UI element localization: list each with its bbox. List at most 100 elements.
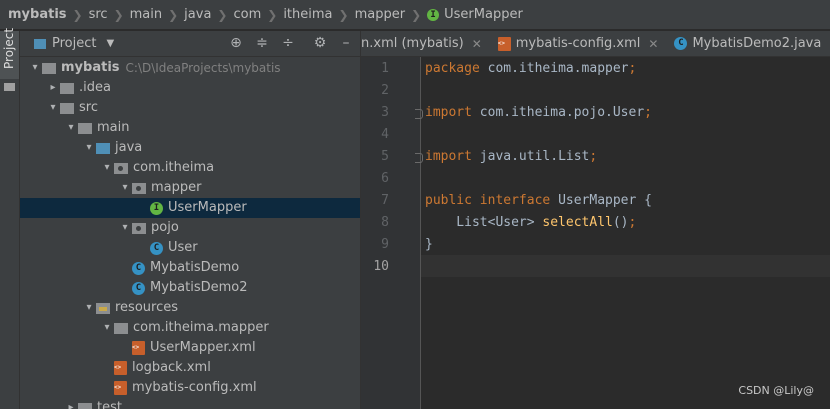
gear-icon[interactable]: ⚙	[312, 35, 328, 51]
editor-tab-label: mybatis-config.xml	[515, 36, 641, 51]
close-icon[interactable]: ✕	[472, 37, 482, 51]
tree-item-label: User	[168, 240, 198, 255]
line-number: 9	[381, 237, 389, 252]
close-icon[interactable]: ✕	[648, 37, 658, 51]
tree-item[interactable]: ▾ pojo	[20, 218, 360, 238]
resources-folder-icon	[96, 302, 110, 314]
expand-all-icon[interactable]: ≑	[254, 35, 270, 51]
code-token: com.itheima.pojo.User	[479, 105, 645, 120]
tree-item[interactable]: ▸ test	[20, 398, 360, 409]
tree-item[interactable]: I UserMapper	[20, 198, 360, 218]
xml-file-icon	[497, 36, 511, 51]
tree-item[interactable]: ▸ .idea	[20, 78, 360, 98]
line-number: 7	[381, 193, 389, 208]
line-number: 3	[381, 105, 389, 120]
minimize-icon[interactable]: –	[338, 35, 354, 51]
code-token: import	[425, 149, 480, 164]
tree-item[interactable]: ▾ mapper	[20, 178, 360, 198]
tree-item-label: com.itheima	[133, 160, 215, 175]
chevron-down-icon[interactable]: ▾	[118, 178, 132, 198]
tree-item[interactable]: logback.xml	[20, 358, 360, 378]
editor-tab[interactable]: mybatis-config.xml ✕	[490, 31, 667, 56]
tree-item[interactable]: C User	[20, 238, 360, 258]
breadcrumb-item[interactable]: main	[130, 7, 162, 22]
tree-item-label: MybatisDemo	[150, 260, 240, 275]
folder-icon	[78, 122, 92, 134]
tree-item-label: MybatisDemo2	[150, 280, 248, 295]
tree-item[interactable]: ▾ mybatis C:\D\IdeaProjects\mybatis	[20, 58, 360, 78]
chevron-down-icon[interactable]: ▾	[28, 58, 42, 78]
code-token: import	[425, 105, 480, 120]
tree-item[interactable]: C MybatisDemo	[20, 258, 360, 278]
line-number: 8	[381, 215, 389, 230]
folder-icon	[60, 82, 74, 94]
breadcrumb-item[interactable]: UserMapper	[444, 7, 523, 22]
class-icon: C	[674, 37, 688, 50]
class-icon: C	[132, 281, 145, 295]
tree-item[interactable]: ▾ com.itheima.mapper	[20, 318, 360, 338]
tree-item[interactable]: ▾ resources	[20, 298, 360, 318]
chevron-right-icon: ❯	[72, 7, 83, 22]
chevron-down-icon[interactable]: ▾	[100, 318, 114, 338]
code-token: package	[425, 61, 488, 76]
class-icon: C	[132, 261, 145, 275]
folder-icon	[114, 322, 128, 334]
locate-icon[interactable]: ⊕	[228, 35, 244, 51]
tree-item[interactable]: ▾ main	[20, 118, 360, 138]
tool-window-stripe: Project	[0, 28, 20, 409]
code-editor[interactable]: package com.itheima.mapper; import com.it…	[421, 57, 830, 409]
project-panel-header: Project ▼ ⊕ ≑ ÷ ⚙ –	[20, 31, 360, 57]
source-folder-icon	[96, 142, 110, 154]
breadcrumb-item[interactable]: java	[184, 7, 211, 22]
code-token: }	[425, 237, 433, 252]
class-icon: C	[150, 241, 163, 255]
code-token: UserMapper {	[558, 193, 652, 208]
tree-item[interactable]: C MybatisDemo2	[20, 278, 360, 298]
chevron-right-icon: ❯	[411, 7, 422, 22]
tree-item-label: resources	[115, 300, 179, 315]
collapse-all-icon[interactable]: ÷	[280, 35, 296, 51]
code-token: com.itheima.mapper	[487, 61, 629, 76]
chevron-down-icon[interactable]: ▾	[46, 98, 60, 118]
interface-icon: I	[427, 8, 440, 21]
code-token: ;	[628, 215, 637, 230]
chevron-down-icon[interactable]: ▾	[64, 118, 78, 138]
project-view-icon	[34, 38, 46, 49]
breadcrumb-item[interactable]: mapper	[355, 7, 405, 22]
editor-tab[interactable]: CMybatisDemo2.java✕	[666, 31, 830, 56]
breadcrumb-item[interactable]: itheima	[283, 7, 332, 22]
line-number: 10	[373, 259, 389, 274]
chevron-down-icon[interactable]: ▾	[100, 158, 114, 178]
chevron-right-icon[interactable]: ▸	[46, 78, 60, 98]
chevron-right-icon[interactable]: ▸	[64, 398, 78, 409]
folder-icon	[42, 62, 56, 74]
editor-tab-label: n.xml (mybatis)	[361, 36, 464, 51]
code-token: ;	[628, 61, 637, 76]
line-number-gutter: 1 2 3 4 5 6 7 8 9 10	[361, 57, 423, 409]
breadcrumb-item[interactable]: src	[89, 7, 108, 22]
chevron-down-icon[interactable]: ▾	[82, 298, 96, 318]
tree-item-label: UserMapper	[168, 200, 247, 215]
code-line: package com.itheima.mapper;	[425, 61, 636, 76]
project-tool-tab[interactable]: Project	[0, 28, 19, 79]
folder-icon[interactable]	[4, 83, 15, 91]
chevron-down-icon[interactable]: ▾	[82, 138, 96, 158]
watermark: CSDN @Lily@	[738, 384, 814, 397]
tree-item[interactable]: UserMapper.xml	[20, 338, 360, 358]
tree-item-label: src	[79, 100, 98, 115]
tree-item[interactable]: ▾ java	[20, 138, 360, 158]
breadcrumb-item[interactable]: com	[233, 7, 261, 22]
interface-icon: I	[150, 201, 163, 215]
chevron-down-icon[interactable]: ▼	[106, 38, 114, 49]
tree-item[interactable]: ▾ com.itheima	[20, 158, 360, 178]
tree-item[interactable]: mybatis-config.xml	[20, 378, 360, 398]
tree-item[interactable]: ▾ src	[20, 98, 360, 118]
tree-item-label: main	[97, 120, 130, 135]
code-token: java.util.List	[479, 149, 590, 164]
editor-tab[interactable]: n.xml (mybatis) ✕	[361, 31, 490, 56]
chevron-right-icon: ❯	[267, 7, 278, 22]
tree-item-label: mybatis-config.xml	[132, 380, 257, 395]
project-panel-title[interactable]: Project	[52, 36, 96, 51]
chevron-down-icon[interactable]: ▾	[118, 218, 132, 238]
breadcrumb-item[interactable]: mybatis	[8, 7, 67, 22]
